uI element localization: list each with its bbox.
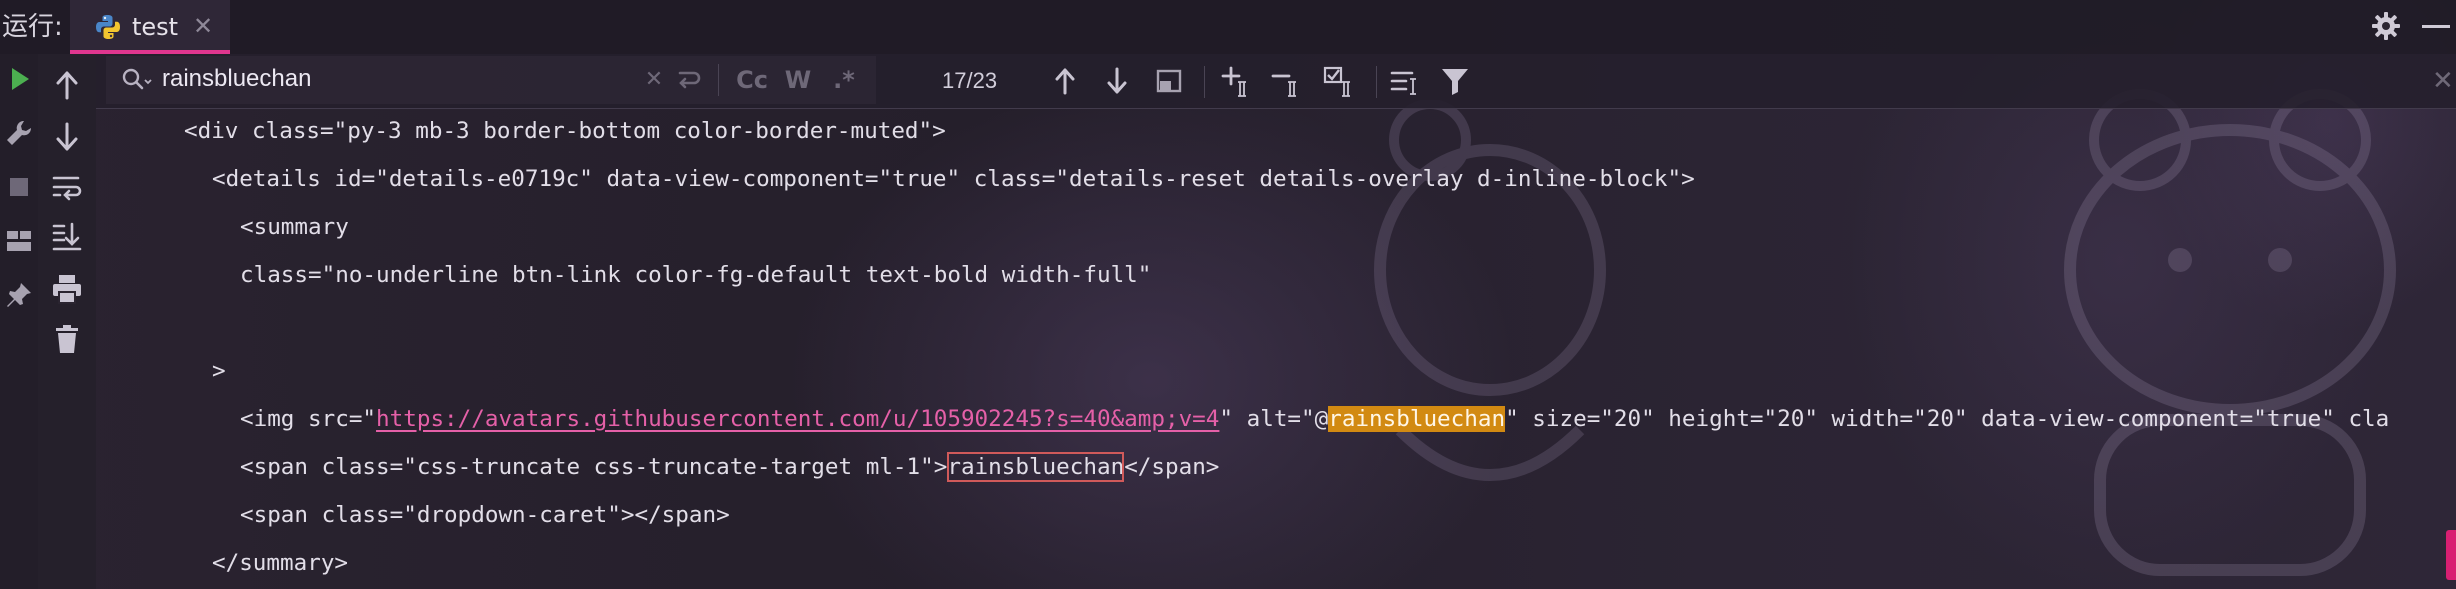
replace-icon[interactable]: [672, 65, 704, 95]
current-search-match: rainsbluechan: [1328, 406, 1506, 432]
code-line: <span class="css-truncate css-truncate-t…: [240, 447, 1219, 487]
pin-icon[interactable]: [4, 280, 34, 310]
arrow-up-icon[interactable]: [50, 68, 84, 102]
code-line: class="no-underline btn-link color-fg-de…: [240, 262, 1152, 288]
run-label: 运行:: [2, 12, 63, 42]
remove-selection-icon[interactable]: [1270, 64, 1304, 98]
run-icon[interactable]: [4, 64, 34, 94]
add-selection-icon[interactable]: [1220, 64, 1254, 98]
print-icon[interactable]: [50, 272, 84, 306]
code-line: </summary>: [212, 550, 349, 576]
run-actions-toolbar: [0, 54, 38, 589]
wrench-icon[interactable]: [4, 118, 34, 148]
regex-button[interactable]: .*: [828, 65, 860, 95]
code-text: <span class="css-truncate css-truncate-t…: [240, 454, 948, 480]
prev-occurrence-icon[interactable]: [1048, 64, 1082, 98]
console-output[interactable]: <div class="py-3 mb-3 border-bottom colo…: [96, 109, 2440, 589]
run-tool-window-header: 运行: test ✕: [0, 0, 2456, 54]
code-line: <div class="py-3 mb-3 border-bottom colo…: [184, 118, 946, 144]
match-case-button[interactable]: Cc: [732, 65, 772, 95]
open-in-window-icon[interactable]: [1152, 64, 1186, 98]
find-bar: ✕ Cc W .* 17/23 ✕: [96, 54, 2456, 109]
separator: [1204, 66, 1205, 98]
filter-icon[interactable]: [1438, 64, 1472, 98]
close-find-bar-icon[interactable]: ✕: [2432, 66, 2456, 96]
separator: [1376, 66, 1377, 98]
code-line: >: [212, 358, 226, 384]
multiline-icon[interactable]: [1388, 64, 1422, 98]
stop-icon[interactable]: [4, 172, 34, 202]
search-icon[interactable]: [120, 66, 154, 94]
tab-label: test: [132, 13, 179, 41]
match-counter: 17/23: [942, 68, 998, 93]
search-input[interactable]: [162, 62, 682, 96]
code-text: " alt="@: [1219, 406, 1329, 432]
select-all-occurrences-icon[interactable]: [1322, 64, 1356, 98]
clear-search-button[interactable]: ✕: [638, 65, 670, 95]
arrow-down-icon[interactable]: [50, 120, 84, 154]
gear-icon[interactable]: [2370, 10, 2402, 42]
separator: [718, 64, 719, 96]
search-match: rainsbluechan: [947, 452, 1125, 482]
trash-icon[interactable]: [50, 322, 84, 356]
code-text: " size="20" height="20" width="20" data-…: [1505, 406, 2390, 432]
code-line: <details id="details-e0719c" data-view-c…: [212, 166, 1695, 192]
code-line: <img src="https://avatars.githubusercont…: [240, 399, 2389, 439]
soft-wrap-icon[interactable]: [50, 170, 84, 204]
scrollbar-thumb[interactable]: [2446, 530, 2456, 580]
avatar-url-link[interactable]: https://avatars.githubusercontent.com/u/…: [376, 406, 1219, 432]
search-field-container: ✕ Cc W .*: [106, 56, 876, 104]
tab-test[interactable]: test ✕: [70, 0, 230, 54]
tab-close-icon[interactable]: ✕: [190, 13, 216, 39]
code-text: </span>: [1124, 454, 1220, 480]
python-icon: [96, 15, 120, 39]
code-line: <span class="dropdown-caret"></span>: [240, 502, 730, 528]
code-line: <summary: [240, 214, 349, 240]
next-occurrence-icon[interactable]: [1100, 64, 1134, 98]
scroll-to-end-icon[interactable]: [50, 220, 84, 254]
whole-words-button[interactable]: W: [782, 65, 814, 95]
minimize-icon[interactable]: [2422, 25, 2450, 28]
console-actions-toolbar: [38, 54, 96, 589]
code-text: <img src=": [240, 406, 377, 432]
layout-icon[interactable]: [4, 226, 34, 256]
